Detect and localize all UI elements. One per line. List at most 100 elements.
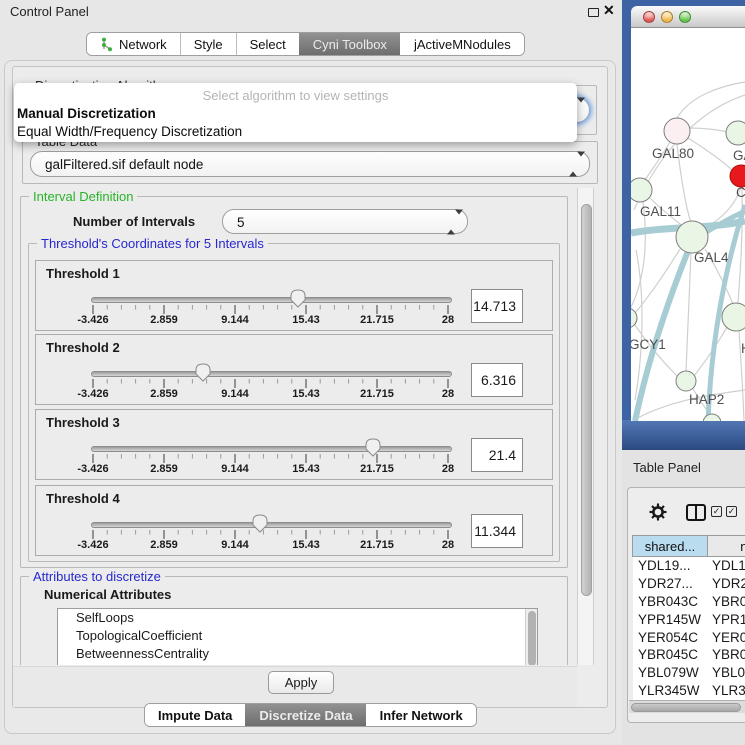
close-traffic-light[interactable] (643, 11, 655, 23)
cell-shared-name[interactable]: YLR345W (633, 683, 708, 698)
slider-thumb[interactable] (195, 363, 211, 382)
list-item-topologicalcoefficient[interactable]: TopologicalCoefficient (58, 627, 537, 645)
list-scrollbar-thumb[interactable] (528, 611, 536, 666)
slider-thumb[interactable] (365, 438, 381, 457)
float-window-icon[interactable] (588, 8, 599, 17)
network-edge-thick[interactable] (635, 241, 692, 421)
tab-infer-network[interactable]: Infer Network (366, 704, 476, 726)
network-edge[interactable] (677, 82, 745, 118)
panel-scrollbar-thumb[interactable] (581, 204, 592, 596)
slider-thumb[interactable] (290, 289, 306, 308)
apply-button[interactable]: Apply (268, 671, 334, 694)
network-node[interactable] (722, 303, 745, 331)
table-hscrollbar-thumb[interactable] (631, 703, 741, 712)
node-label-hap2: HAP2 (689, 392, 724, 407)
cell-shared-name[interactable]: YER054C (633, 630, 708, 645)
threshold-slider[interactable]: -3.4262.8599.14415.4321.71528 (81, 288, 521, 332)
table-hscrollbar[interactable] (629, 700, 745, 713)
number-of-intervals-combobox[interactable]: 5 (222, 209, 468, 234)
table-row[interactable]: YPR145WYPR1 (633, 610, 745, 628)
tab-impute-data[interactable]: Impute Data (145, 704, 245, 726)
menu-item-equal-width-frequency-discretization[interactable]: Equal Width/Frequency Discretization (17, 124, 242, 139)
slider-track[interactable] (91, 371, 452, 377)
threshold-value-input[interactable]: 21.4 (471, 438, 523, 472)
cell-name[interactable]: YPR1 (708, 612, 745, 627)
tab-discretize-data[interactable]: Discretize Data (245, 704, 365, 726)
control-panel-tabs: NetworkStyleSelectCyni Toolbox jActiveMNo… (86, 32, 525, 56)
column-header-name[interactable]: na (708, 535, 745, 557)
network-edge[interactable] (686, 253, 691, 371)
network-node[interactable] (730, 165, 745, 187)
close-icon[interactable]: ✕ (603, 2, 615, 19)
network-node[interactable] (726, 121, 745, 145)
tab-network[interactable]: Network (87, 33, 180, 55)
threshold-value-input[interactable]: 14.713 (471, 289, 523, 323)
checkbox-icon[interactable]: ✓ (711, 506, 722, 517)
cell-name[interactable]: YER0 (708, 630, 745, 645)
minimize-traffic-light[interactable] (661, 11, 673, 23)
cell-name[interactable]: YBR0 (708, 647, 745, 662)
network-edge[interactable] (688, 138, 733, 171)
table-data-combobox[interactable]: galFiltered.sif default node (30, 151, 590, 177)
threshold-value-input[interactable]: 11.344 (471, 514, 523, 548)
panel-scrollbar[interactable] (577, 188, 594, 665)
threshold-slider[interactable]: -3.4262.8599.14415.4321.71528 (81, 513, 521, 557)
checkbox-icon[interactable]: ✓ (726, 506, 737, 517)
network-edge[interactable] (738, 187, 742, 303)
table-row[interactable]: YER054CYER0 (633, 628, 745, 646)
table-row[interactable]: YBR043CYBR0 (633, 593, 745, 611)
slider-track[interactable] (91, 297, 452, 303)
cell-shared-name[interactable]: YBR043C (633, 594, 708, 609)
threshold-panel-3: Threshold 3-3.4262.8599.14415.4321.71528… (35, 409, 553, 480)
list-item-betweennesscentrality[interactable]: BetweennessCentrality (58, 645, 537, 663)
cell-shared-name[interactable]: YBL079W (633, 665, 708, 680)
list-scrollbar[interactable] (525, 609, 537, 665)
node-label-h: H (741, 341, 745, 356)
threshold-slider[interactable]: -3.4262.8599.14415.4321.71528 (81, 437, 521, 481)
slider-track[interactable] (91, 522, 452, 528)
slider-thumb[interactable] (252, 514, 268, 533)
node-label-gal4: GAL4 (694, 250, 729, 265)
table-row[interactable]: YLR345WYLR3 (633, 682, 745, 700)
table-row[interactable]: YDR27...YDR2 (633, 575, 745, 593)
cell-shared-name[interactable]: YPR145W (633, 612, 708, 627)
cell-shared-name[interactable]: YBR045C (633, 647, 708, 662)
network-edge[interactable] (635, 250, 642, 400)
cell-shared-name[interactable]: YDL19... (633, 558, 708, 573)
combo-arrows-icon (569, 157, 578, 172)
numerical-attributes-label: Numerical Attributes (44, 587, 171, 602)
table-row[interactable]: YBR045CYBR0 (633, 646, 745, 664)
menu-item-manual-discretization[interactable]: Manual Discretization (17, 106, 156, 121)
tab-style[interactable]: Style (180, 33, 236, 55)
list-item-selfloops[interactable]: SelfLoops (58, 609, 537, 627)
threshold-panel-4: Threshold 4-3.4262.8599.14415.4321.71528… (35, 485, 553, 556)
network-canvas[interactable]: GAL80GACGAL11GAL4GCY1HHAP2 (631, 28, 745, 421)
threshold-value-input[interactable]: 6.316 (471, 363, 523, 397)
zoom-traffic-light[interactable] (679, 11, 691, 23)
tick-label: 28 (442, 388, 454, 400)
cell-name[interactable]: YDL1 (708, 558, 745, 573)
network-node[interactable] (676, 371, 696, 391)
column-header-shared-name[interactable]: shared... (632, 535, 708, 557)
network-node[interactable] (703, 414, 721, 421)
network-edge[interactable] (689, 128, 727, 132)
tick-label: 15.43 (292, 463, 320, 475)
cell-name[interactable]: YDR2 (708, 576, 745, 591)
threshold-slider[interactable]: -3.4262.8599.14415.4321.71528 (81, 362, 521, 406)
network-node[interactable] (631, 178, 652, 202)
cell-name[interactable]: YBR0 (708, 594, 745, 609)
gear-icon[interactable] (649, 503, 667, 524)
table-row[interactable]: YDL19...YDL1 (633, 557, 745, 575)
table-row[interactable]: YBL079WYBL0 (633, 664, 745, 682)
cell-shared-name[interactable]: YDR27... (633, 576, 708, 591)
cell-name[interactable]: YLR3 (708, 683, 745, 698)
slider-track[interactable] (91, 446, 452, 452)
tab-label: jActiveMNodules (414, 37, 511, 52)
tab-cyni-toolbox[interactable]: Cyni Toolbox (299, 33, 400, 55)
tab-jactivemnodules[interactable]: jActiveMNodules (400, 33, 524, 55)
split-columns-icon[interactable] (686, 504, 706, 521)
cell-name[interactable]: YBL0 (708, 665, 745, 680)
network-node[interactable] (676, 221, 708, 253)
tab-select[interactable]: Select (236, 33, 299, 55)
network-node[interactable] (664, 118, 690, 144)
